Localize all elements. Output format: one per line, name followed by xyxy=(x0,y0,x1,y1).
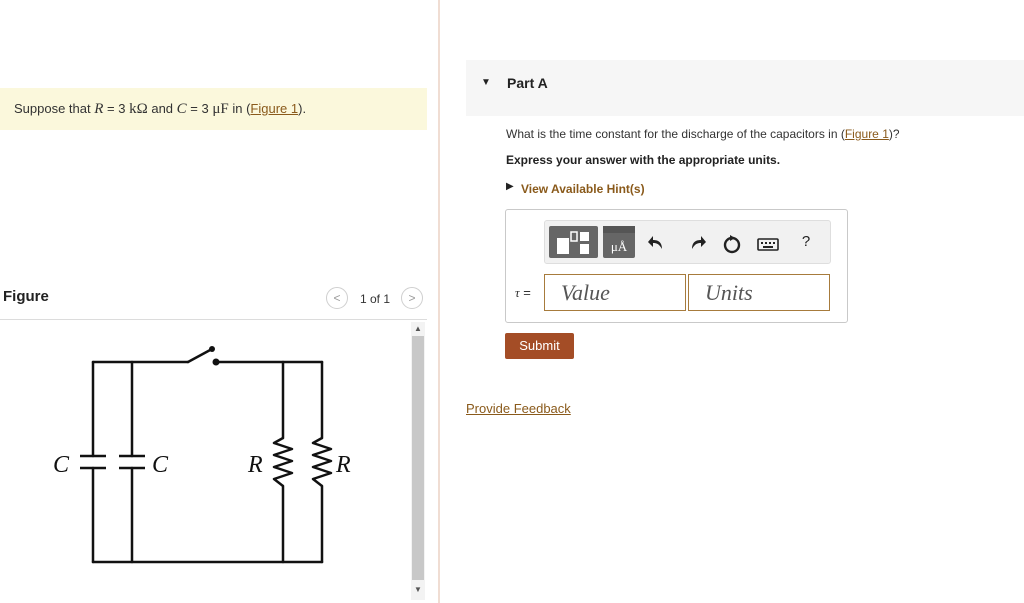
units-button[interactable]: μÅ xyxy=(603,226,635,258)
units-button-top xyxy=(603,226,635,233)
question-text: What is the time constant for the discha… xyxy=(506,127,900,141)
units-icon: μÅ xyxy=(610,239,628,254)
provide-feedback-link[interactable]: Provide Feedback xyxy=(466,401,571,416)
r-equals: = 3 xyxy=(103,101,130,116)
figure-scrollbar-thumb[interactable] xyxy=(412,336,424,580)
problem-statement: Suppose that R = 3 kΩ and C = 3 μF in (F… xyxy=(0,88,427,130)
next-figure-button[interactable]: > xyxy=(401,287,423,309)
figure-divider xyxy=(0,319,427,320)
question-before: What is the time constant for the discha… xyxy=(506,127,845,141)
resistor-label-left: R xyxy=(247,452,263,478)
hint-caret-icon[interactable]: ▶ xyxy=(506,181,514,192)
value-input[interactable]: Value xyxy=(544,274,686,311)
question-after: )? xyxy=(888,127,900,141)
units-input[interactable]: Units xyxy=(688,274,830,311)
resistor-label-right: R xyxy=(335,452,351,478)
question-figure-link[interactable]: Figure 1 xyxy=(845,127,889,141)
figure-link[interactable]: Figure 1 xyxy=(250,101,298,116)
figure-pager: 1 of 1 xyxy=(360,292,391,306)
part-header[interactable] xyxy=(466,60,1024,116)
capacitor-label-left: C xyxy=(53,452,70,478)
c-unit: μF xyxy=(212,101,229,117)
capacitor-label-right: C xyxy=(152,452,169,478)
part-title: Part A xyxy=(507,75,548,91)
undo-icon[interactable] xyxy=(646,233,670,258)
redo-icon[interactable] xyxy=(684,233,708,258)
tau-label: τ = xyxy=(515,285,531,301)
problem-text: Suppose that xyxy=(14,101,95,116)
help-icon[interactable]: ? xyxy=(794,233,818,250)
close-paren: ). xyxy=(298,101,307,116)
figure-heading: Figure xyxy=(3,288,49,305)
c-equals: = 3 xyxy=(186,101,213,116)
answer-instruction: Express your answer with the appropriate… xyxy=(506,153,781,167)
tau-equals: = xyxy=(519,285,531,300)
scroll-down-icon[interactable]: ▼ xyxy=(411,584,425,596)
r-unit: kΩ xyxy=(129,101,148,117)
submit-button[interactable]: Submit xyxy=(505,333,574,359)
and-text: and xyxy=(147,101,177,116)
c-symbol: C xyxy=(176,101,187,117)
scroll-up-icon[interactable]: ▲ xyxy=(411,323,425,335)
pane-divider xyxy=(438,0,440,603)
keyboard-icon[interactable] xyxy=(756,233,780,258)
templates-icon xyxy=(557,231,589,254)
circuit-diagram: C C R R xyxy=(53,346,351,564)
collapse-caret-icon[interactable]: ▼ xyxy=(481,77,491,88)
prev-figure-button[interactable]: < xyxy=(326,287,348,309)
reset-icon[interactable] xyxy=(720,233,744,260)
view-hints-link[interactable]: View Available Hint(s) xyxy=(521,182,645,196)
in-paren: in ( xyxy=(228,101,251,116)
templates-button[interactable] xyxy=(549,226,598,258)
